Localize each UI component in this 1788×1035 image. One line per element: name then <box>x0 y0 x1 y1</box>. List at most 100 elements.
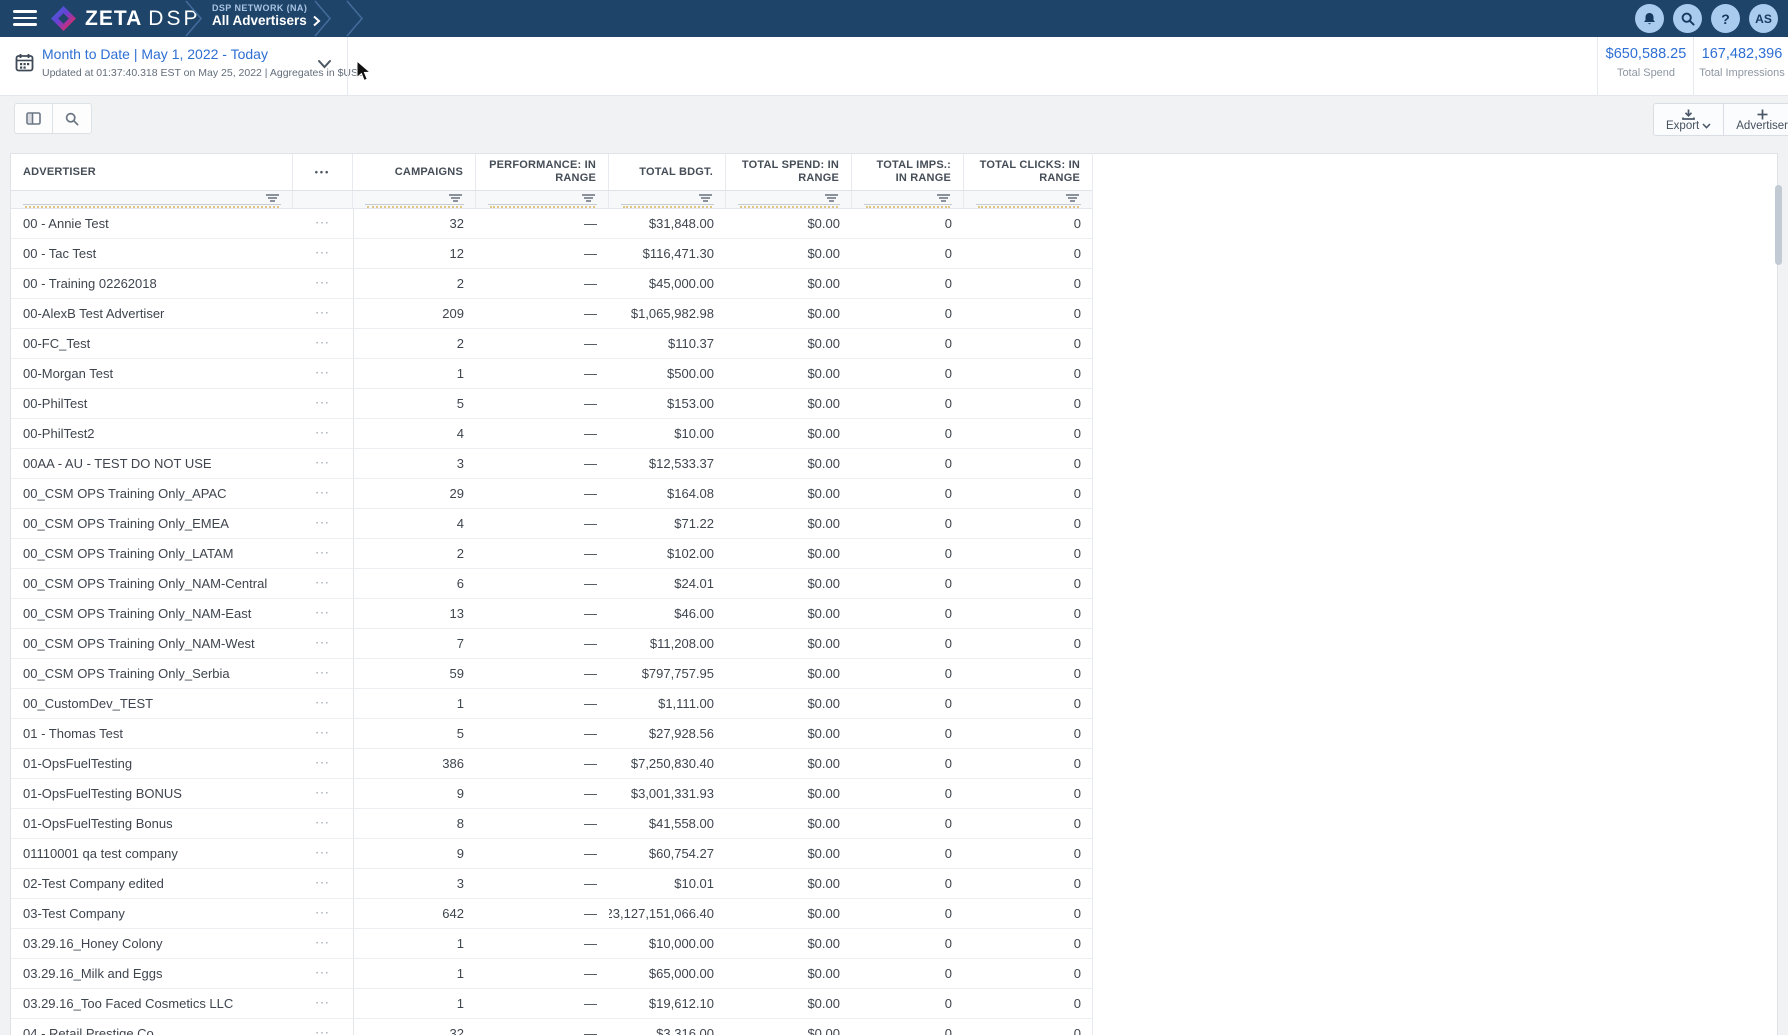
row-menu-icon[interactable]: ··· <box>293 569 353 598</box>
row-menu-icon[interactable]: ··· <box>293 269 353 298</box>
row-menu-icon[interactable]: ··· <box>293 209 353 238</box>
notifications-button[interactable] <box>1635 4 1664 33</box>
column-header-performance[interactable]: PERFORMANCE: IN RANGE <box>476 154 609 190</box>
columns-panel-button[interactable] <box>14 103 53 134</box>
column-header-name[interactable]: ADVERTISER <box>11 154 293 190</box>
table-row[interactable]: 00-PhilTest···5—$153.00$0.0000 <box>11 389 1093 419</box>
row-menu-icon[interactable]: ··· <box>293 479 353 508</box>
row-menu-icon[interactable]: ··· <box>293 989 353 1018</box>
table-row[interactable]: 00_CSM OPS Training Only_Serbia···59—$79… <box>11 659 1093 689</box>
filter-icon[interactable] <box>449 194 462 204</box>
filter-icon[interactable] <box>937 194 950 204</box>
table-row[interactable]: 02-Test Company edited···3—$10.01$0.0000 <box>11 869 1093 899</box>
row-menu-icon[interactable]: ··· <box>293 299 353 328</box>
row-menu-icon[interactable]: ··· <box>293 719 353 748</box>
row-menu-icon[interactable]: ··· <box>293 659 353 688</box>
breadcrumb-expand-icon[interactable] <box>312 15 321 27</box>
filter-input-performance[interactable] <box>476 191 609 208</box>
table-row[interactable]: 00AA - AU - TEST DO NOT USE···3—$12,533.… <box>11 449 1093 479</box>
table-row[interactable]: 03.29.16_Milk and Eggs···1—$65,000.00$0.… <box>11 959 1093 989</box>
filter-icon[interactable] <box>266 194 279 204</box>
avatar[interactable]: AS <box>1749 4 1778 33</box>
table-row[interactable]: 00_CustomDev_TEST···1—$1,111.00$0.0000 <box>11 689 1093 719</box>
row-menu-icon[interactable]: ··· <box>293 779 353 808</box>
quick-search-button[interactable] <box>53 103 92 134</box>
help-button[interactable]: ? <box>1711 4 1740 33</box>
table-row[interactable]: 03.29.16_Too Faced Cosmetics LLC···1—$19… <box>11 989 1093 1019</box>
row-menu-icon[interactable]: ··· <box>293 809 353 838</box>
row-menu-icon[interactable]: ··· <box>293 329 353 358</box>
filter-input-impressions[interactable] <box>852 191 964 208</box>
vertical-scrollbar[interactable] <box>1775 185 1782 265</box>
row-menu-icon[interactable]: ··· <box>293 929 353 958</box>
column-header-budget[interactable]: TOTAL BDGT. <box>609 154 726 190</box>
table-row[interactable]: 00_CSM OPS Training Only_NAM-East···13—$… <box>11 599 1093 629</box>
cell-campaigns: 9 <box>353 839 476 868</box>
table-row[interactable]: 00-PhilTest2···4—$10.00$0.0000 <box>11 419 1093 449</box>
hamburger-menu-icon[interactable] <box>13 10 37 27</box>
table-row[interactable]: 01110001 qa test company···9—$60,754.27$… <box>11 839 1093 869</box>
filter-icon[interactable] <box>582 194 595 204</box>
filter-input-campaigns[interactable] <box>353 191 476 208</box>
row-menu-icon[interactable]: ··· <box>293 239 353 268</box>
cell-clicks: 0 <box>964 449 1093 478</box>
row-menu-icon[interactable]: ··· <box>293 959 353 988</box>
filter-icon[interactable] <box>825 194 838 204</box>
table-row[interactable]: 00-FC_Test···2—$110.37$0.0000 <box>11 329 1093 359</box>
table-row[interactable]: 00 - Training 02262018···2—$45,000.00$0.… <box>11 269 1093 299</box>
table-row[interactable]: 00 - Annie Test···32—$31,848.00$0.0000 <box>11 209 1093 239</box>
column-header-spend[interactable]: TOTAL SPEND: IN RANGE <box>726 154 852 190</box>
date-range-selector[interactable]: Month to Date | May 1, 2022 - Today <box>42 46 268 62</box>
filter-icon[interactable] <box>699 194 712 204</box>
row-menu-icon[interactable]: ··· <box>293 539 353 568</box>
filter-underline <box>365 204 464 205</box>
table-row[interactable]: 04 - Retail Prestige Co···32—$3,316.00$0… <box>11 1019 1093 1035</box>
column-header-clicks[interactable]: TOTAL CLICKS: IN RANGE <box>964 154 1093 190</box>
row-menu-icon[interactable]: ··· <box>293 689 353 718</box>
row-menu-icon[interactable]: ··· <box>293 839 353 868</box>
table-row[interactable]: 03-Test Company···642—$123,127,151,066.4… <box>11 899 1093 929</box>
row-menu-icon[interactable]: ··· <box>293 749 353 778</box>
row-menu-icon[interactable]: ··· <box>293 359 353 388</box>
filter-icon[interactable] <box>1066 194 1079 204</box>
cell-spend: $0.00 <box>726 899 852 928</box>
row-menu-icon[interactable]: ··· <box>293 629 353 658</box>
cell-clicks: 0 <box>964 629 1093 658</box>
row-menu-icon[interactable]: ··· <box>293 599 353 628</box>
row-menu-icon[interactable]: ··· <box>293 419 353 448</box>
column-header-menu[interactable]: ••• <box>293 154 353 190</box>
row-menu-icon[interactable]: ··· <box>293 389 353 418</box>
zeta-dsp-logo[interactable]: ZETADSP <box>50 5 200 32</box>
row-menu-icon[interactable]: ··· <box>293 509 353 538</box>
filter-input-spend[interactable] <box>726 191 852 208</box>
table-row[interactable]: 00_CSM OPS Training Only_EMEA···4—$71.22… <box>11 509 1093 539</box>
table-row[interactable]: 00-Morgan Test···1—$500.00$0.0000 <box>11 359 1093 389</box>
cell-impressions: 0 <box>852 779 964 808</box>
search-button[interactable] <box>1673 4 1702 33</box>
table-row[interactable]: 00_CSM OPS Training Only_LATAM···2—$102.… <box>11 539 1093 569</box>
row-menu-icon[interactable]: ··· <box>293 449 353 478</box>
add-advertiser-button[interactable]: Advertiser <box>1724 103 1788 136</box>
table-row[interactable]: 01-OpsFuelTesting Bonus···8—$41,558.00$0… <box>11 809 1093 839</box>
row-menu-icon[interactable]: ··· <box>293 1019 353 1035</box>
chevron-down-icon[interactable] <box>317 59 332 69</box>
table-row[interactable]: 01-OpsFuelTesting···386—$7,250,830.40$0.… <box>11 749 1093 779</box>
table-row[interactable]: 03.29.16_Honey Colony···1—$10,000.00$0.0… <box>11 929 1093 959</box>
table-row[interactable]: 00 - Tac Test···12—$116,471.30$0.0000 <box>11 239 1093 269</box>
table-row[interactable]: 00-AlexB Test Advertiser···209—$1,065,98… <box>11 299 1093 329</box>
column-header-campaigns[interactable]: CAMPAIGNS <box>353 154 476 190</box>
row-menu-icon[interactable]: ··· <box>293 869 353 898</box>
table-row[interactable]: 00_CSM OPS Training Only_NAM-West···7—$1… <box>11 629 1093 659</box>
filter-input-name[interactable] <box>11 191 293 208</box>
breadcrumb[interactable]: DSP NETWORK (NA) All Advertisers <box>212 3 321 29</box>
filter-input-clicks[interactable] <box>964 191 1093 208</box>
export-button[interactable]: Export <box>1653 103 1724 136</box>
date-range-bar: Month to Date | May 1, 2022 - Today Upda… <box>0 37 1788 96</box>
row-menu-icon[interactable]: ··· <box>293 899 353 928</box>
column-header-impressions[interactable]: TOTAL IMPS.: IN RANGE <box>852 154 964 190</box>
table-row[interactable]: 00_CSM OPS Training Only_APAC···29—$164.… <box>11 479 1093 509</box>
filter-input-budget[interactable] <box>609 191 726 208</box>
table-row[interactable]: 01-OpsFuelTesting BONUS···9—$3,001,331.9… <box>11 779 1093 809</box>
table-row[interactable]: 01 - Thomas Test···5—$27,928.56$0.0000 <box>11 719 1093 749</box>
table-row[interactable]: 00_CSM OPS Training Only_NAM-Central···6… <box>11 569 1093 599</box>
